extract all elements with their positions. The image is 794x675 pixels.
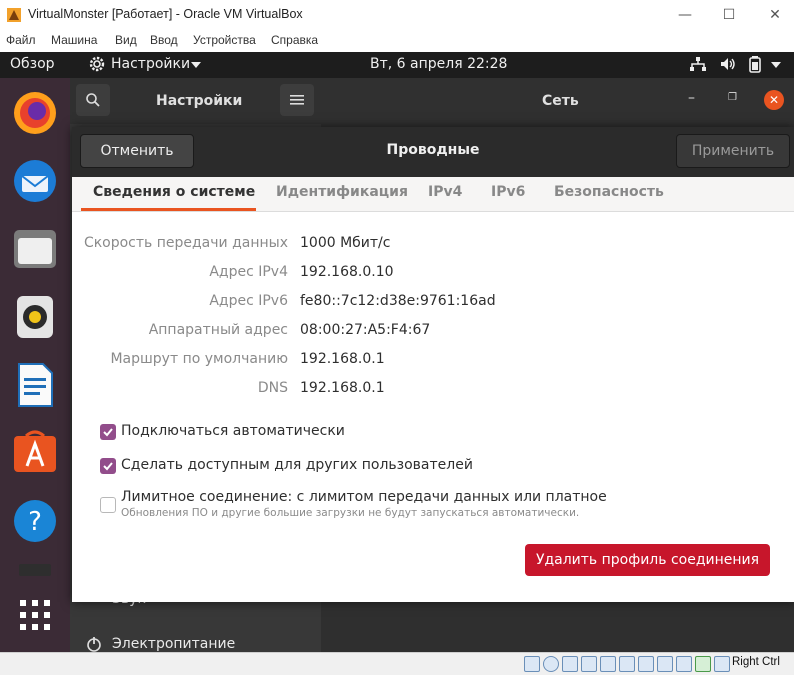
settings-close-button[interactable]: ✕ [764, 90, 784, 110]
show-apps-icon[interactable] [10, 596, 60, 638]
tab-security[interactable]: Безопасность [554, 184, 664, 200]
metered-connection-checkbox[interactable] [100, 497, 116, 513]
menu-icon [290, 95, 304, 105]
dock: ? [0, 78, 70, 652]
settings-minimize-button[interactable]: – [688, 90, 695, 106]
hamburger-menu-button[interactable] [280, 84, 314, 116]
gear-icon [89, 56, 105, 72]
host-menubar: Файл Машина Вид Ввод Устройства Справка [0, 30, 794, 52]
tab-identity[interactable]: Идентификация [276, 184, 408, 200]
delete-connection-button[interactable]: Удалить профиль соединения [525, 544, 770, 576]
virtualbox-app-icon [7, 8, 21, 22]
rhythmbox-icon[interactable] [10, 292, 60, 342]
mouse-integration-icon[interactable] [714, 656, 730, 672]
ipv4-address-label: Адрес IPv4 [209, 264, 288, 280]
auto-connect-label[interactable]: Подключаться автоматически [121, 423, 345, 439]
default-route-label: Маршрут по умолчанию [110, 351, 288, 367]
app-menu-button[interactable]: Настройки [111, 56, 190, 72]
checkmark-icon [103, 428, 113, 437]
auto-connect-checkbox[interactable] [100, 424, 116, 440]
files-icon[interactable] [10, 224, 60, 274]
menu-devices[interactable]: Устройства [193, 33, 256, 47]
search-button[interactable] [76, 84, 110, 116]
search-icon [86, 93, 100, 107]
tab-details[interactable]: Сведения о системе [93, 184, 255, 200]
default-route-value: 192.168.0.1 [300, 351, 385, 367]
menu-help[interactable]: Справка [271, 33, 318, 47]
system-menu-chevron-icon[interactable] [770, 60, 782, 70]
optical-drive-icon[interactable] [543, 656, 559, 672]
close-window-button[interactable]: ✕ [760, 4, 790, 26]
activities-button[interactable]: Обзор [10, 56, 55, 72]
writer-icon[interactable] [10, 360, 60, 410]
gnome-top-bar: Обзор Настройки Вт, 6 апреля 22:28 [0, 52, 794, 78]
chevron-down-icon [191, 62, 201, 68]
metered-connection-note: Обновления ПО и другие большие загрузки … [121, 507, 580, 519]
minimize-button[interactable]: — [670, 4, 700, 26]
clock[interactable]: Вт, 6 апреля 22:28 [370, 56, 507, 72]
all-users-checkbox[interactable] [100, 458, 116, 474]
dns-label: DNS [257, 380, 288, 396]
thunderbird-icon[interactable] [10, 156, 60, 206]
tab-ipv4[interactable]: IPv4 [428, 184, 462, 200]
ipv6-address-value: fe80::7c12:d38e:9761:16ad [300, 293, 496, 309]
power-icon [87, 637, 101, 652]
link-speed-value: 1000 Мбит/с [300, 235, 391, 251]
wired-connection-dialog: Отменить Проводные Применить Сведения о … [72, 127, 794, 602]
network-icon[interactable] [581, 656, 597, 672]
hard-disk-icon[interactable] [524, 656, 540, 672]
host-key-indicator: Right Ctrl [732, 656, 780, 668]
maximize-button[interactable]: ☐ [714, 4, 744, 26]
settings-panel-title: Сеть [542, 93, 579, 109]
host-statusbar: Right Ctrl [0, 652, 794, 675]
software-store-icon[interactable] [10, 428, 60, 478]
menu-view[interactable]: Вид [115, 33, 137, 47]
shared-folders-icon[interactable] [619, 656, 635, 672]
host-title-bar: VirtualMonster [Работает] - Oracle VM Vi… [0, 0, 794, 30]
apply-button[interactable]: Применить [676, 134, 790, 168]
active-tab-indicator [81, 208, 256, 211]
ipv6-address-label: Адрес IPv6 [209, 293, 288, 309]
help-icon[interactable]: ? [10, 496, 60, 546]
volume-icon[interactable] [719, 55, 737, 73]
menu-file[interactable]: Файл [6, 33, 36, 47]
checkmark-icon [103, 462, 113, 471]
settings-headerbar: Настройки Сеть – ❐ ✕ [70, 78, 794, 124]
video-capture-icon[interactable] [657, 656, 673, 672]
network-wired-icon[interactable] [689, 55, 707, 73]
guest-additions-icon[interactable] [676, 656, 692, 672]
metered-connection-label[interactable]: Лимитное соединение: с лимитом передачи … [121, 489, 607, 505]
menu-machine[interactable]: Машина [51, 33, 97, 47]
terminal-icon[interactable] [10, 564, 60, 576]
dialog-headerbar: Отменить Проводные Применить [72, 127, 794, 177]
dns-value: 192.168.0.1 [300, 380, 385, 396]
battery-icon[interactable] [746, 55, 764, 73]
cpu-activity-icon[interactable] [695, 656, 711, 672]
ipv4-address-value: 192.168.0.10 [300, 264, 394, 280]
usb-icon[interactable] [600, 656, 616, 672]
firefox-icon[interactable] [10, 88, 60, 138]
hardware-address-value: 08:00:27:A5:F4:67 [300, 322, 431, 338]
link-speed-label: Скорость передачи данных [83, 235, 288, 251]
host-window-title: VirtualMonster [Работает] - Oracle VM Vi… [28, 7, 303, 21]
settings-sidebar-title: Настройки [156, 93, 243, 109]
tab-ipv6[interactable]: IPv6 [491, 184, 525, 200]
display-icon[interactable] [638, 656, 654, 672]
svg-text:?: ? [28, 507, 42, 537]
hardware-address-label: Аппаратный адрес [148, 322, 288, 338]
settings-maximize-button[interactable]: ❐ [728, 92, 737, 103]
dialog-tabs: Сведения о системе Идентификация IPv4 IP… [72, 177, 794, 212]
audio-icon[interactable] [562, 656, 578, 672]
menu-input[interactable]: Ввод [150, 33, 178, 47]
all-users-label[interactable]: Сделать доступным для других пользовател… [121, 457, 473, 473]
